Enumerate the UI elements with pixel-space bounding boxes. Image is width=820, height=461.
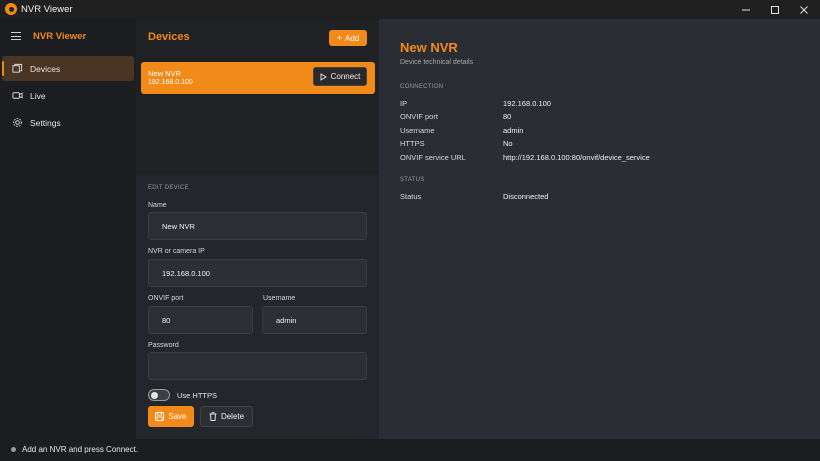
sidebar-item-live[interactable]: Live	[2, 83, 134, 108]
status-message: Add an NVR and press Connect.	[22, 445, 139, 454]
maximize-icon	[771, 5, 779, 14]
port-label: ONVIF port	[148, 295, 184, 302]
title-bar: NVR Viewer	[0, 0, 820, 19]
sidebar-brand: NVR Viewer	[33, 31, 87, 42]
sidebar: NVR Viewer Devices Live Settings	[0, 19, 136, 439]
password-field[interactable]	[148, 352, 367, 380]
toggle-knob	[151, 391, 158, 399]
sidebar-item-devices[interactable]: Devices	[2, 56, 134, 81]
connect-button[interactable]: Connect	[313, 67, 367, 86]
edit-device-heading: EDIT DEVICE	[148, 185, 189, 191]
window-title: NVR Viewer	[21, 4, 73, 15]
name-field[interactable]: New NVR	[148, 212, 367, 240]
connect-label: Connect	[330, 72, 361, 81]
name-label: Name	[148, 202, 167, 209]
connection-heading: CONNECTION	[400, 84, 444, 90]
save-label: Save	[168, 412, 187, 421]
detail-key-ip: IP	[400, 99, 408, 108]
hamburger-menu-icon[interactable]	[11, 32, 21, 40]
ip-field[interactable]: 192.168.0.100	[148, 259, 367, 287]
detail-value-status: Disconnected	[503, 192, 549, 201]
username-label: Username	[263, 295, 296, 302]
detail-value-service-url: http://192.168.0.100:80/onvif/device_ser…	[503, 153, 650, 162]
device-name: New NVR	[148, 69, 181, 78]
sidebar-item-label: Live	[30, 91, 46, 101]
https-toggle-label: Use HTTPS	[177, 391, 218, 400]
https-toggle[interactable]	[148, 389, 170, 401]
add-device-button[interactable]: + Add	[329, 30, 367, 46]
devices-title: Devices	[148, 31, 190, 43]
detail-value-ip: 192.168.0.100	[503, 99, 551, 108]
sidebar-item-settings[interactable]: Settings	[2, 110, 134, 135]
detail-key-username: Username	[400, 126, 435, 135]
password-label: Password	[148, 342, 179, 349]
username-field[interactable]: admin	[262, 306, 367, 334]
detail-key-service-url: ONVIF service URL	[400, 153, 466, 162]
gear-icon	[13, 118, 22, 127]
minimize-icon	[742, 9, 750, 10]
close-button[interactable]	[790, 0, 818, 19]
maximize-button[interactable]	[761, 0, 789, 19]
delete-label: Delete	[220, 412, 245, 421]
details-title: New NVR	[400, 40, 458, 55]
device-list-item[interactable]: New NVR 192.168.0.100 Connect	[141, 62, 375, 94]
camera-icon	[12, 92, 23, 99]
close-icon	[800, 5, 808, 14]
ip-label: NVR or camera IP	[148, 248, 205, 255]
detail-key-port: ONVIF port	[400, 112, 438, 121]
status-dot-icon	[11, 447, 16, 452]
trash-icon	[209, 412, 217, 421]
devices-panel: Devices + Add New NVR 192.168.0.100 Conn…	[136, 19, 379, 439]
status-bar: Add an NVR and press Connect.	[0, 439, 820, 461]
save-button[interactable]: Save	[148, 406, 194, 427]
active-indicator	[2, 61, 4, 76]
delete-button[interactable]: Delete	[200, 406, 253, 427]
detail-key-https: HTTPS	[400, 139, 425, 148]
status-heading: STATUS	[400, 177, 425, 183]
sidebar-item-label: Devices	[30, 64, 61, 74]
device-ip: 192.168.0.100	[148, 79, 193, 86]
detail-value-port: 80	[503, 112, 512, 121]
detail-value-username: admin	[503, 126, 524, 135]
add-button-label: Add	[345, 33, 360, 43]
devices-list: Devices + Add New NVR 192.168.0.100 Conn…	[136, 19, 379, 175]
save-icon	[155, 412, 165, 421]
play-icon	[320, 72, 327, 81]
plus-icon: +	[336, 33, 343, 43]
minimize-button[interactable]	[732, 0, 760, 19]
port-field[interactable]: 80	[148, 306, 253, 334]
detail-key-status: Status	[400, 192, 422, 201]
sidebar-item-label: Settings	[30, 118, 61, 128]
app-logo-icon	[5, 3, 17, 15]
device-details-panel: New NVR Device technical details CONNECT…	[379, 19, 820, 439]
devices-icon	[12, 63, 23, 73]
details-subtitle: Device technical details	[400, 59, 474, 66]
detail-value-https: No	[503, 139, 513, 148]
